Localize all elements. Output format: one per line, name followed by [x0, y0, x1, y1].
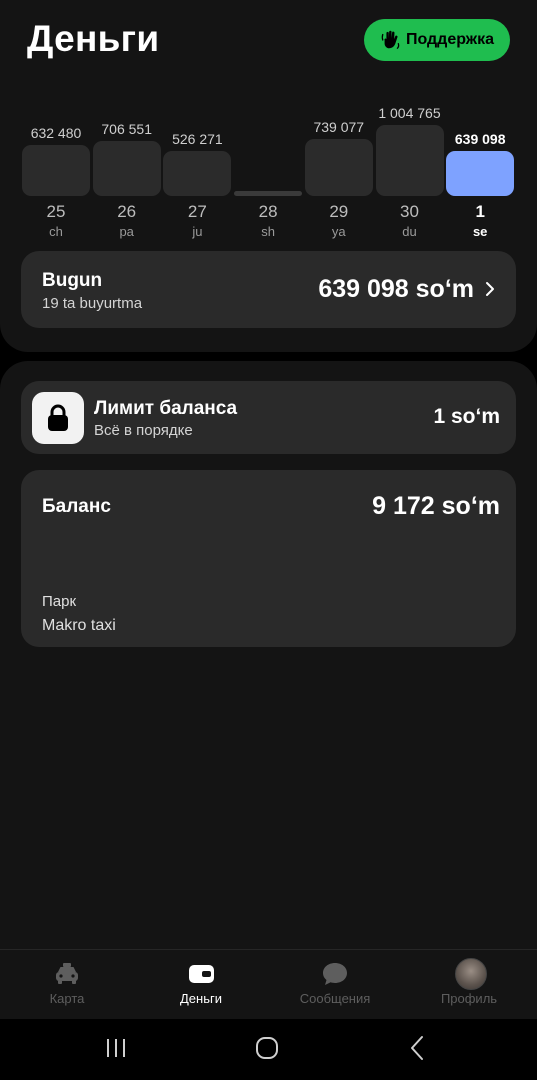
- limit-status: Всё в порядке: [94, 422, 193, 439]
- nav-label-profile: Профиль: [440, 991, 498, 1006]
- chart-day-number: 27: [187, 202, 207, 221]
- chart-day-name: se: [472, 224, 488, 239]
- chart-day-number: 25: [46, 202, 66, 221]
- nav-item-messages[interactable]: Сообщения: [268, 950, 402, 1020]
- waving-hand-icon: [381, 30, 400, 49]
- chart-bar-value: 639 098: [454, 131, 506, 147]
- nav-item-map[interactable]: Карта: [0, 950, 134, 1020]
- chart-bar: [446, 151, 515, 196]
- nav-label-money: Деньги: [180, 991, 222, 1006]
- chart-day-name: ju: [192, 224, 203, 239]
- chart-day-name: ya: [331, 224, 346, 239]
- chart-bar: [92, 140, 161, 196]
- chart-day-number: 30: [400, 202, 419, 221]
- chart-bar: [234, 191, 303, 196]
- page-title: Деньги: [27, 18, 160, 59]
- chart-day-number: 1: [475, 202, 485, 221]
- balance-title: Баланс: [42, 496, 111, 517]
- earnings-panel: Деньги Поддержка 632 480 25 ch 706 551 26 pa 5…: [0, 0, 537, 352]
- lock-icon-box: [32, 392, 84, 444]
- wallet-icon: [189, 965, 214, 983]
- chart-bar-value: 1 004 765: [378, 105, 441, 121]
- today-amount: 639 098 so‘m: [318, 275, 474, 303]
- back-icon[interactable]: [403, 1033, 433, 1063]
- chart-bar-value: 739 077: [313, 119, 365, 136]
- chart-bar: [163, 150, 232, 196]
- nav-label-map: Карта: [49, 991, 85, 1006]
- chart-bar: [22, 144, 90, 196]
- limit-amount: 1 so‘m: [433, 405, 500, 428]
- home-icon[interactable]: [252, 1033, 282, 1063]
- chart-day-number: 28: [258, 202, 278, 221]
- balance-limit-card[interactable]: Лимит баланса Всё в порядке 1 so‘m: [21, 381, 516, 454]
- chart-day-number: 26: [117, 202, 137, 221]
- recent-apps-icon[interactable]: [101, 1033, 131, 1063]
- balance-card[interactable]: Баланс 9 172 so‘m Парк Makro taxi: [21, 470, 516, 647]
- park-label: Парк: [42, 593, 77, 610]
- chart-day-name: pa: [119, 224, 134, 239]
- chart-day-name: du: [402, 224, 417, 239]
- taxi-car-icon: [56, 963, 78, 984]
- nav-label-messages: Сообщения: [299, 991, 371, 1006]
- avatar: [455, 958, 487, 990]
- system-navigation-bar: [0, 1019, 537, 1080]
- lock-icon: [48, 404, 68, 431]
- nav-item-money[interactable]: Деньги: [134, 950, 268, 1020]
- bottom-navigation: Карта Деньги Сообщения Профиль: [0, 949, 537, 1020]
- nav-item-profile[interactable]: Профиль: [402, 950, 536, 1020]
- chart-bar-value: 526 271: [172, 130, 223, 147]
- chat-bubble-icon: [323, 963, 347, 985]
- chevron-right-icon: [486, 282, 494, 296]
- park-name: Makro taxi: [42, 617, 116, 634]
- today-earnings-card[interactable]: Bugun 19 ta buyurtma 639 098 so‘m: [21, 251, 516, 328]
- balance-amount: 9 172 so‘m: [372, 492, 500, 520]
- support-button-label: Поддержка: [405, 31, 495, 48]
- daily-earnings-chart: 632 480 25 ch 706 551 26 pa 526 271 27 ju 28 sh 739…: [0, 100, 537, 245]
- chart-bar: [304, 139, 373, 196]
- today-orders-count: 19 ta buyurtma: [42, 295, 143, 312]
- today-title: Bugun: [42, 270, 103, 291]
- chart-day-name: sh: [261, 224, 275, 239]
- limit-title: Лимит баланса: [94, 398, 238, 419]
- chart-day-name: ch: [49, 224, 63, 239]
- support-button[interactable]: Поддержка: [364, 19, 510, 61]
- chart-day-number: 29: [329, 202, 349, 221]
- chart-bar: [375, 125, 444, 196]
